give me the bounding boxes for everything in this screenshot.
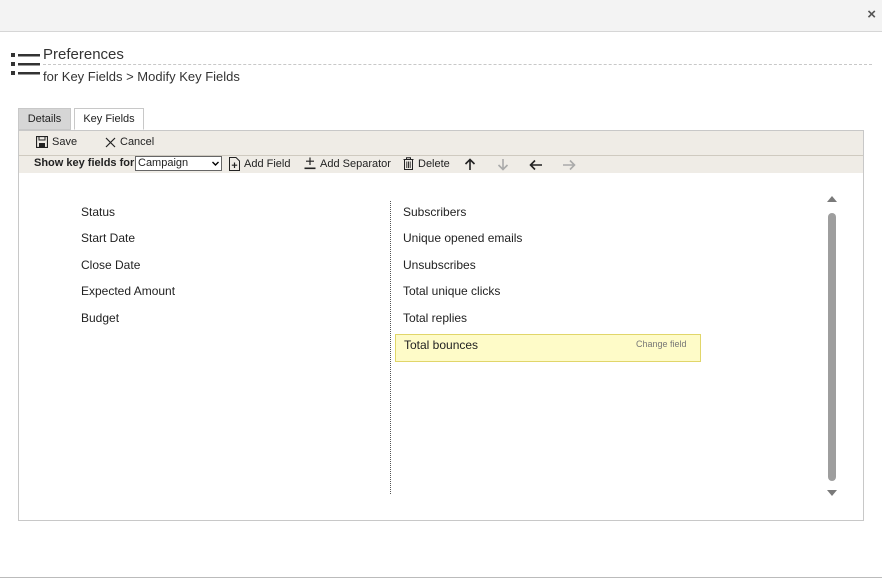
column-divider: [390, 201, 391, 494]
breadcrumb: for Key Fields > Modify Key Fields: [43, 69, 240, 84]
add-field-button[interactable]: Add Field: [229, 157, 290, 171]
action-toolbar: Save Cancel: [19, 131, 863, 156]
move-down-icon[interactable]: [497, 158, 509, 171]
close-icon: [105, 137, 116, 147]
window-titlebar: ×: [0, 0, 882, 32]
left-field-item[interactable]: Status: [81, 205, 115, 219]
entity-select-value: Campaign: [138, 157, 189, 169]
bottom-border: [0, 577, 882, 578]
chevron-down-icon: [212, 161, 219, 166]
add-field-label: Add Field: [244, 158, 291, 170]
right-field-item[interactable]: Subscribers: [403, 205, 466, 219]
left-field-item[interactable]: Close Date: [81, 258, 140, 272]
add-separator-icon: [304, 157, 316, 170]
right-field-item[interactable]: Unsubscribes: [403, 258, 476, 272]
scrollbar-thumb[interactable]: [828, 213, 836, 481]
move-up-icon[interactable]: [464, 158, 476, 171]
show-key-fields-label: Show key fields for: [34, 157, 135, 169]
right-field-item[interactable]: Total replies: [403, 311, 467, 325]
save-button[interactable]: Save: [36, 136, 77, 148]
cancel-button[interactable]: Cancel: [105, 136, 154, 148]
left-field-item[interactable]: Start Date: [81, 231, 135, 245]
move-left-icon[interactable]: [529, 159, 543, 171]
trash-icon: [403, 157, 414, 170]
entity-select[interactable]: Campaign: [135, 156, 222, 171]
cancel-label: Cancel: [120, 136, 155, 148]
title-divider: [43, 64, 872, 65]
delete-button[interactable]: Delete: [403, 157, 450, 170]
selected-field-label[interactable]: Total bounces: [404, 338, 478, 352]
close-icon[interactable]: ×: [867, 7, 876, 23]
scroll-down-arrow[interactable]: [827, 490, 837, 496]
left-field-item[interactable]: Expected Amount: [81, 284, 175, 298]
left-field-item[interactable]: Budget: [81, 311, 119, 325]
key-fields-panel: Save Cancel Show key fields for Campaign…: [18, 130, 864, 521]
list-icon: [11, 53, 40, 75]
add-separator-label: Add Separator: [320, 157, 391, 170]
save-label: Save: [52, 136, 78, 148]
move-right-icon[interactable]: [562, 159, 576, 171]
save-icon: [36, 136, 48, 148]
page-title: Preferences: [43, 46, 124, 63]
delete-label: Delete: [418, 157, 450, 170]
tab-key-fields[interactable]: Key Fields: [74, 108, 144, 130]
tab-details[interactable]: Details: [18, 108, 71, 130]
add-separator-button[interactable]: Add Separator: [304, 157, 391, 170]
scroll-up-arrow[interactable]: [827, 196, 837, 202]
right-field-item[interactable]: Total unique clicks: [403, 284, 500, 298]
add-file-icon: [229, 157, 240, 171]
change-field-link[interactable]: Change field: [636, 339, 687, 349]
right-field-item[interactable]: Unique opened emails: [403, 231, 522, 245]
